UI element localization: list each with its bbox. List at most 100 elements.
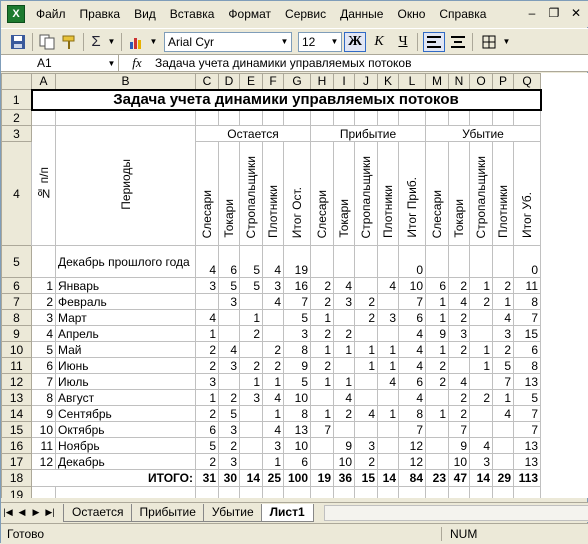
- row-header[interactable]: 2: [1, 109, 32, 126]
- value-cell[interactable]: 4: [377, 277, 399, 294]
- row-number-cell[interactable]: 9: [31, 405, 56, 422]
- value-cell[interactable]: 6: [398, 309, 426, 326]
- autosum-icon[interactable]: Σ: [87, 32, 105, 52]
- chevron-down-icon[interactable]: ▼: [278, 33, 291, 51]
- empty-cell[interactable]: [354, 486, 378, 498]
- minimize-icon[interactable]: –: [525, 6, 539, 20]
- value-cell[interactable]: 0: [398, 245, 426, 278]
- period-cell[interactable]: Декабрь: [55, 453, 196, 470]
- subheader-cell[interactable]: Токари: [218, 141, 240, 246]
- value-cell[interactable]: 7: [492, 373, 514, 390]
- header-periods[interactable]: Периоды: [55, 125, 196, 246]
- value-cell[interactable]: 3: [469, 453, 493, 470]
- subheader-cell[interactable]: Стропальщики: [354, 141, 378, 246]
- value-cell[interactable]: [333, 245, 355, 278]
- subheader-cell[interactable]: Плотники: [492, 141, 514, 246]
- row-number-cell[interactable]: 2: [31, 293, 56, 310]
- value-cell[interactable]: 5: [283, 373, 311, 390]
- value-cell[interactable]: 2: [195, 405, 219, 422]
- value-cell[interactable]: [239, 341, 263, 358]
- row-number-cell[interactable]: 5: [31, 341, 56, 358]
- value-cell[interactable]: 10: [333, 453, 355, 470]
- total-cell[interactable]: 47: [448, 469, 470, 487]
- value-cell[interactable]: 8: [283, 405, 311, 422]
- value-cell[interactable]: 4: [195, 309, 219, 326]
- subheader-cell[interactable]: Итог Приб.: [398, 141, 426, 246]
- align-center-icon[interactable]: [447, 32, 469, 52]
- value-cell[interactable]: 1: [425, 341, 449, 358]
- empty-cell[interactable]: [55, 486, 196, 498]
- value-cell[interactable]: 1: [262, 405, 284, 422]
- value-cell[interactable]: 1: [239, 373, 263, 390]
- last-sheet-icon[interactable]: ▶|: [43, 507, 57, 518]
- value-cell[interactable]: 3: [218, 357, 240, 374]
- value-cell[interactable]: 5: [218, 277, 240, 294]
- value-cell[interactable]: 4: [469, 437, 493, 454]
- value-cell[interactable]: 1: [492, 293, 514, 310]
- row-header[interactable]: 14: [1, 405, 32, 422]
- row-number-cell[interactable]: 11: [31, 437, 56, 454]
- subheader-cell[interactable]: Стропальщики: [469, 141, 493, 246]
- value-cell[interactable]: [469, 421, 493, 438]
- empty-cell[interactable]: [448, 486, 470, 498]
- value-cell[interactable]: [425, 453, 449, 470]
- column-header-k[interactable]: K: [377, 73, 399, 90]
- insert-function-icon[interactable]: fx: [119, 55, 155, 71]
- empty-cell[interactable]: [218, 109, 240, 126]
- row-number-cell[interactable]: 1: [31, 277, 56, 294]
- empty-cell[interactable]: [513, 109, 541, 126]
- period-cell[interactable]: Ноябрь: [55, 437, 196, 454]
- next-sheet-icon[interactable]: ▶: [29, 507, 43, 518]
- value-cell[interactable]: 4: [333, 277, 355, 294]
- subheader-cell[interactable]: Слесари: [195, 141, 219, 246]
- value-cell[interactable]: 1: [377, 405, 399, 422]
- value-cell[interactable]: 2: [448, 277, 470, 294]
- value-cell[interactable]: [262, 309, 284, 326]
- formula-input[interactable]: Задача учета динамики управляемых потоко…: [155, 56, 411, 70]
- value-cell[interactable]: [333, 421, 355, 438]
- value-cell[interactable]: 5: [218, 405, 240, 422]
- spreadsheet-grid[interactable]: ABCDEFGHIJKLMNOPQ 1 Задача учета динамики…: [1, 73, 588, 498]
- empty-cell[interactable]: [195, 486, 219, 498]
- value-cell[interactable]: 4: [398, 357, 426, 374]
- empty-cell[interactable]: [31, 486, 56, 498]
- value-cell[interactable]: 2: [425, 373, 449, 390]
- value-cell[interactable]: [239, 453, 263, 470]
- value-cell[interactable]: [218, 373, 240, 390]
- column-header-a[interactable]: A: [31, 73, 56, 90]
- subheader-cell[interactable]: Плотники: [377, 141, 399, 246]
- value-cell[interactable]: [310, 453, 334, 470]
- value-cell[interactable]: 2: [469, 293, 493, 310]
- period-cell[interactable]: Май: [55, 341, 196, 358]
- row-header[interactable]: 12: [1, 373, 32, 390]
- value-cell[interactable]: 3: [283, 325, 311, 342]
- value-cell[interactable]: 3: [262, 437, 284, 454]
- value-cell[interactable]: [425, 389, 449, 406]
- value-cell[interactable]: 2: [354, 453, 378, 470]
- value-cell[interactable]: 2: [448, 309, 470, 326]
- value-cell[interactable]: 2: [448, 405, 470, 422]
- value-cell[interactable]: 4: [262, 293, 284, 310]
- row-header[interactable]: 11: [1, 357, 32, 374]
- value-cell[interactable]: [469, 245, 493, 278]
- value-cell[interactable]: 2: [262, 341, 284, 358]
- value-cell[interactable]: [333, 309, 355, 326]
- row-header[interactable]: 7: [1, 293, 32, 310]
- value-cell[interactable]: 3: [218, 421, 240, 438]
- value-cell[interactable]: [354, 421, 378, 438]
- row-header[interactable]: 6: [1, 277, 32, 294]
- chart-icon[interactable]: [125, 32, 147, 52]
- value-cell[interactable]: [448, 245, 470, 278]
- period-cell[interactable]: Октябрь: [55, 421, 196, 438]
- value-cell[interactable]: 2: [354, 309, 378, 326]
- period-cell[interactable]: Февраль: [55, 293, 196, 310]
- column-header-d[interactable]: D: [218, 73, 240, 90]
- value-cell[interactable]: 1: [425, 405, 449, 422]
- value-cell[interactable]: 6: [398, 373, 426, 390]
- empty-cell[interactable]: [262, 109, 284, 126]
- value-cell[interactable]: 2: [354, 293, 378, 310]
- value-cell[interactable]: 1: [239, 309, 263, 326]
- empty-cell[interactable]: [377, 486, 399, 498]
- row-header[interactable]: 3: [1, 125, 32, 142]
- period-cell[interactable]: Август: [55, 389, 196, 406]
